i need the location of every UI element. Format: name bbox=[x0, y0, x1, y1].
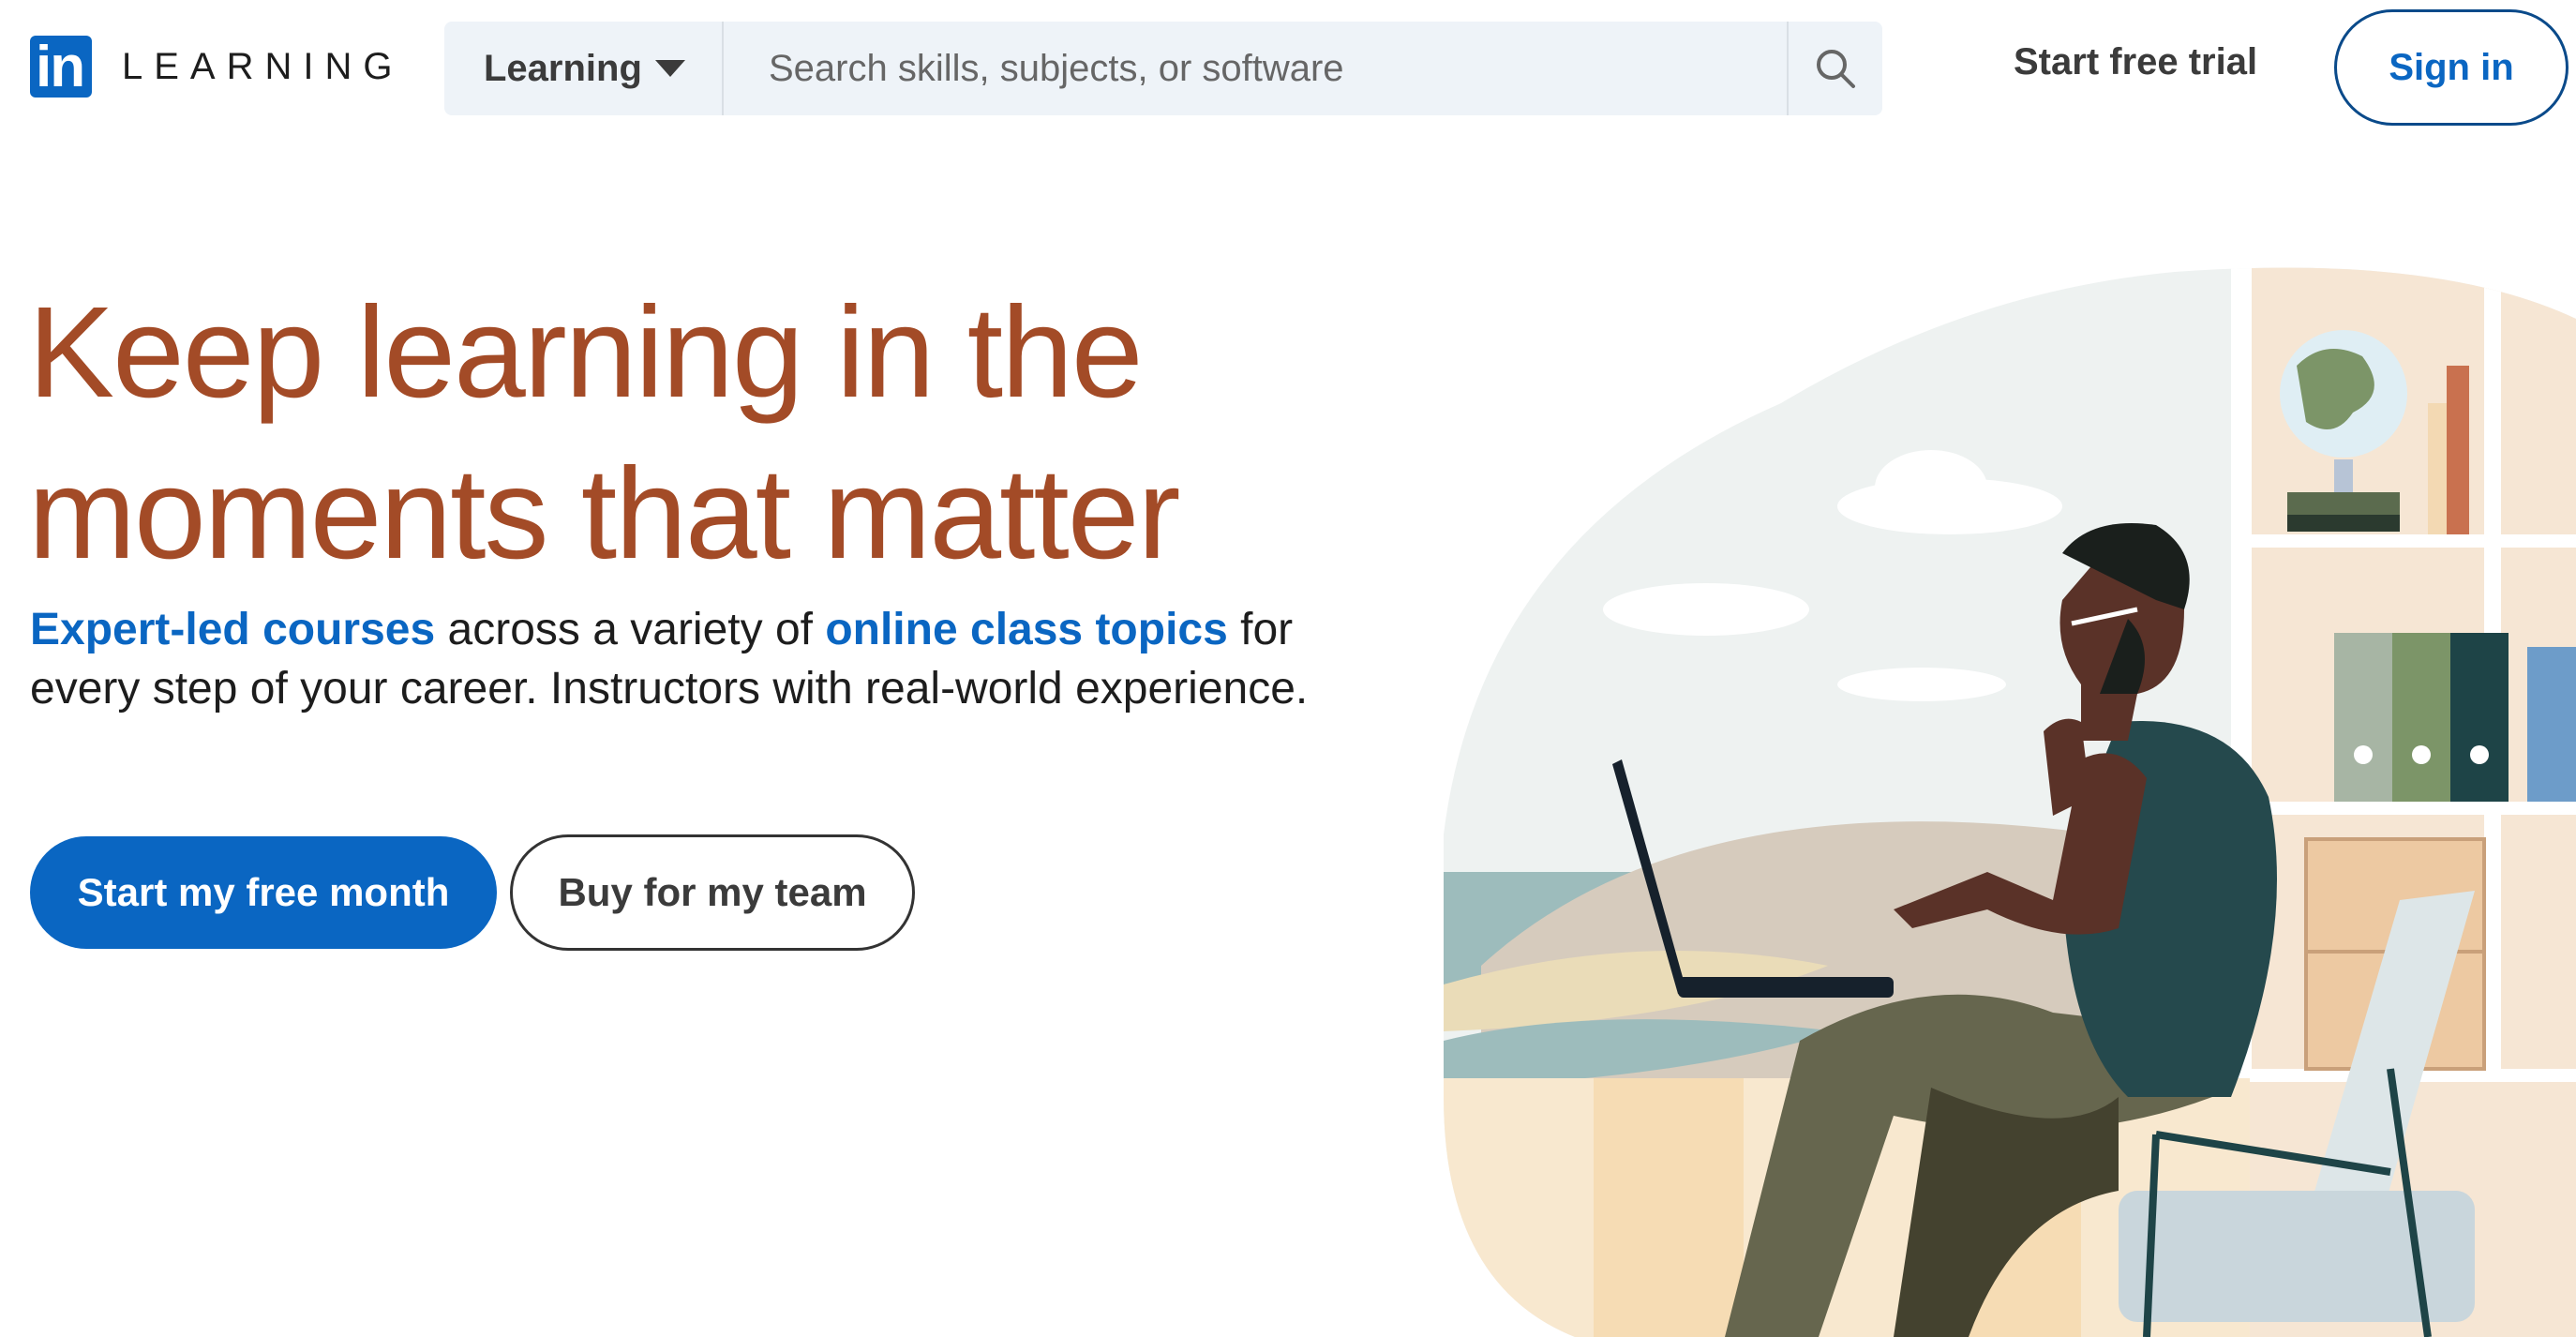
linkedin-learning-logo[interactable]: in LEARNING bbox=[30, 35, 404, 99]
search-category-label: Learning bbox=[484, 47, 642, 89]
search-button[interactable] bbox=[1787, 22, 1882, 115]
buy-for-team-button[interactable]: Buy for my team bbox=[510, 834, 915, 951]
sign-in-button[interactable]: Sign in bbox=[2334, 9, 2569, 126]
search-category-dropdown[interactable]: Learning bbox=[444, 22, 724, 115]
logo-wordmark: LEARNING bbox=[122, 45, 404, 87]
hero-headline-line1: Keep learning in the bbox=[28, 280, 1144, 425]
logo-mark: in bbox=[36, 35, 85, 99]
start-free-month-button[interactable]: Start my free month bbox=[30, 836, 497, 949]
start-free-trial-link[interactable]: Start free trial bbox=[2014, 41, 2257, 83]
search-input[interactable] bbox=[724, 22, 1787, 115]
hero-headline: Keep learning in the moments that matter bbox=[28, 272, 1247, 594]
expert-led-courses-link[interactable]: Expert-led courses bbox=[30, 605, 435, 654]
search-icon bbox=[1817, 50, 1855, 88]
hero-headline-line2: moments that matter bbox=[28, 442, 1180, 586]
linkedin-logo-icon: in bbox=[30, 35, 92, 99]
chevron-down-icon bbox=[654, 60, 685, 77]
hero-subtext: Expert-led courses across a variety of o… bbox=[30, 600, 1361, 718]
hero-illustration bbox=[1444, 267, 2576, 1337]
search-bar: Learning bbox=[444, 22, 1882, 115]
online-class-topics-link[interactable]: online class topics bbox=[825, 605, 1227, 654]
subtext-part1: across a variety of bbox=[435, 605, 826, 654]
